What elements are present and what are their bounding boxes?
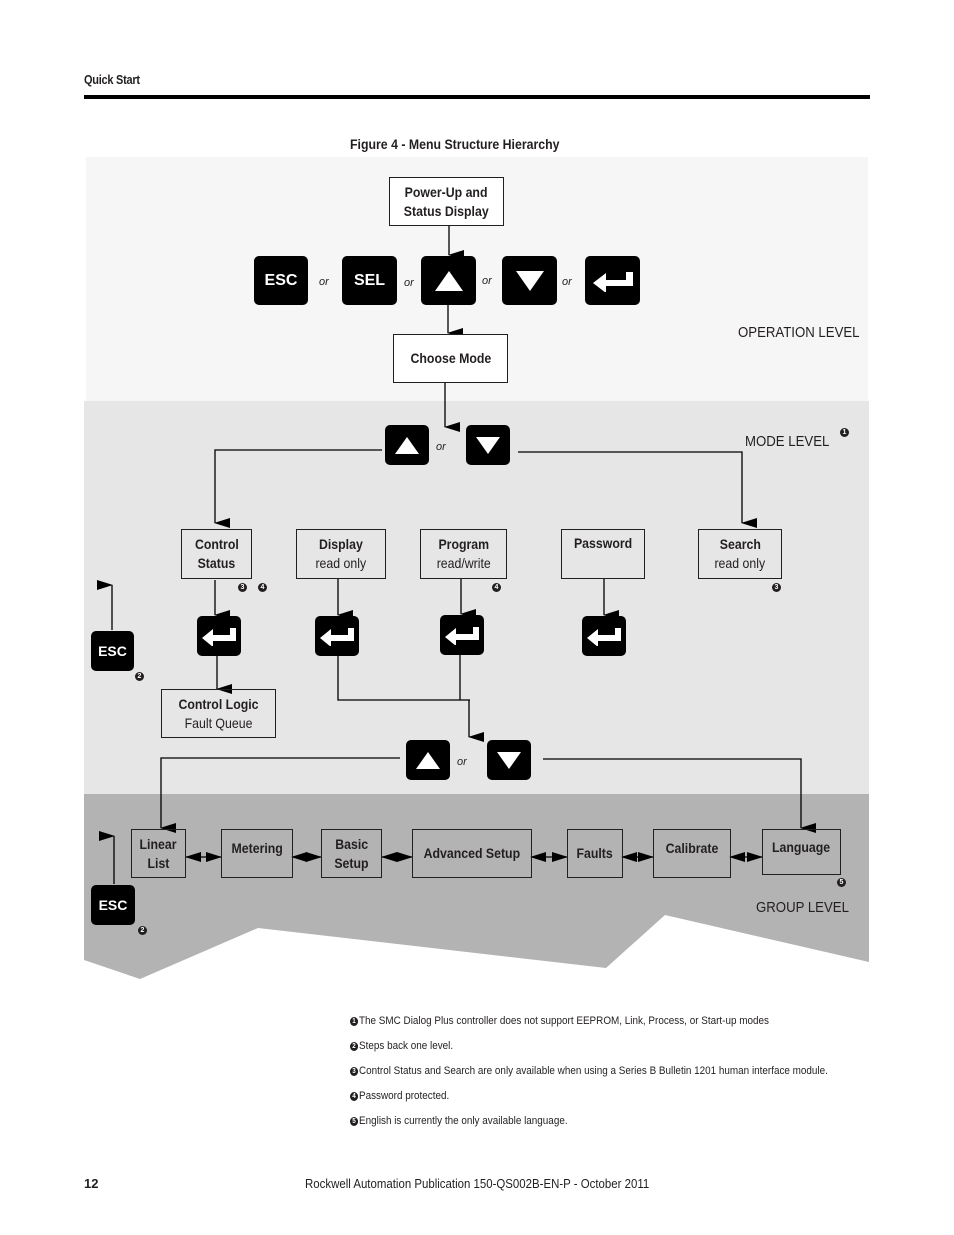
or-label: or — [482, 275, 492, 287]
control-logic-subtitle: Fault Queue — [184, 714, 253, 731]
footnote-number: 2 — [350, 1042, 359, 1051]
group-item-label: Setup — [334, 854, 369, 871]
page-number: 12 — [84, 1176, 99, 1191]
group-down-arrow-key[interactable] — [487, 740, 531, 780]
group-item-language[interactable]: Language — [762, 829, 841, 875]
program-box[interactable]: Program read/write — [420, 529, 507, 579]
control-status-box[interactable]: Control Status — [181, 529, 252, 579]
or-label: or — [562, 276, 572, 288]
enter-arrow-icon — [587, 628, 621, 646]
group-up-arrow-key[interactable] — [406, 740, 450, 780]
footnote-text: The SMC Dialog Plus controller does not … — [359, 1015, 769, 1027]
display-title: Display — [319, 536, 363, 552]
footnote-number: 4 — [350, 1092, 359, 1101]
control-logic-title: Control Logic — [178, 695, 259, 712]
down-triangle-icon — [515, 270, 544, 291]
group-item-label: Metering — [231, 840, 283, 856]
down-triangle-icon — [497, 751, 521, 769]
up-triangle-icon — [416, 751, 440, 769]
footnote-3: 3 Control Status and Search are only avai… — [350, 1065, 828, 1077]
footnote-marker: 2 — [138, 926, 147, 935]
group-item-label: Language — [772, 839, 831, 855]
mode-up-arrow-key[interactable] — [385, 425, 429, 465]
footnote-text: Steps back one level. — [359, 1040, 454, 1052]
or-label: or — [436, 441, 446, 453]
group-level-band — [84, 794, 869, 979]
choose-mode-label: Choose Mode — [410, 350, 491, 366]
footnote-2: 2 Steps back one level. — [350, 1040, 453, 1052]
or-label: or — [319, 276, 329, 288]
footnote-marker: 4 — [258, 583, 267, 592]
power-up-status-display-box: Power-Up and Status Display — [389, 177, 504, 226]
group-item-label: Basic — [335, 835, 368, 852]
up-arrow-key[interactable] — [421, 256, 476, 305]
or-label: or — [404, 277, 414, 289]
footnote-marker: 5 — [837, 878, 846, 887]
footnote-text: Control Status and Search are only avail… — [359, 1065, 828, 1077]
power-up-line1: Power-Up and — [405, 183, 488, 200]
program-title: Program — [438, 536, 489, 552]
search-box[interactable]: Search read only — [698, 529, 782, 579]
operation-level-label: OPERATION LEVEL — [738, 324, 860, 341]
footnote-marker: 1 — [840, 428, 849, 437]
control-logic-fault-queue-box[interactable]: Control Logic Fault Queue — [161, 689, 276, 738]
footnote-marker: 3 — [772, 583, 781, 592]
control-status-line1: Control — [194, 536, 239, 552]
password-enter-key[interactable] — [582, 616, 626, 656]
program-subtitle: read/write — [436, 555, 491, 571]
up-triangle-icon — [434, 270, 463, 291]
footnote-4: 4 Password protected. — [350, 1090, 449, 1102]
enter-arrow-icon — [445, 627, 479, 645]
footnote-5: 5 English is currently the only available… — [350, 1115, 568, 1127]
search-title: Search — [719, 536, 761, 552]
footnote-1: 1 The SMC Dialog Plus controller does not… — [350, 1015, 769, 1027]
down-triangle-icon — [476, 436, 500, 454]
display-subtitle: read only — [315, 555, 367, 571]
search-subtitle: read only — [714, 555, 766, 571]
group-item-label: Linear — [140, 835, 177, 852]
group-item-advanced-setup[interactable]: Advanced Setup — [412, 829, 532, 878]
footnote-number: 1 — [350, 1017, 359, 1026]
down-arrow-key[interactable] — [502, 256, 557, 305]
group-item-label: Advanced Setup — [423, 845, 521, 861]
footnote-marker: 2 — [135, 672, 144, 681]
footnote-number: 3 — [350, 1067, 359, 1076]
group-item-linear-list[interactable]: Linear List — [131, 829, 186, 878]
group-item-faults[interactable]: Faults — [567, 829, 623, 878]
enter-arrow-icon — [202, 628, 236, 646]
mode-esc-key[interactable]: ESC — [91, 631, 134, 671]
group-item-label: Faults — [576, 845, 614, 861]
footnote-text: Password protected. — [359, 1090, 450, 1102]
password-title: Password — [573, 535, 633, 551]
mode-level-label: MODE LEVEL — [745, 433, 830, 450]
footnote-marker: 4 — [492, 583, 501, 592]
control-status-enter-key[interactable] — [197, 616, 241, 656]
control-status-line2: Status — [197, 555, 236, 571]
display-enter-key[interactable] — [315, 616, 359, 656]
power-up-line2: Status Display — [404, 202, 489, 219]
publication-info: Rockwell Automation Publication 150-QS00… — [305, 1176, 650, 1191]
group-item-label: List — [147, 854, 170, 871]
choose-mode-box: Choose Mode — [393, 334, 508, 383]
enter-key[interactable] — [585, 256, 640, 305]
group-level-label: GROUP LEVEL — [756, 899, 849, 916]
esc-key[interactable]: ESC — [254, 256, 308, 305]
footnote-number: 5 — [350, 1117, 359, 1126]
mode-down-arrow-key[interactable] — [466, 425, 510, 465]
group-item-calibrate[interactable]: Calibrate — [653, 829, 731, 878]
sel-key[interactable]: SEL — [342, 256, 397, 305]
footnote-text: English is currently the only available … — [359, 1115, 568, 1127]
program-enter-key[interactable] — [440, 615, 484, 655]
password-box[interactable]: Password — [561, 529, 645, 579]
group-item-label: Calibrate — [665, 840, 719, 856]
up-triangle-icon — [395, 436, 419, 454]
group-item-basic-setup[interactable]: Basic Setup — [321, 829, 382, 878]
display-box[interactable]: Display read only — [296, 529, 386, 579]
footnote-marker: 3 — [238, 583, 247, 592]
group-item-metering[interactable]: Metering — [221, 829, 293, 878]
group-esc-key[interactable]: ESC — [91, 885, 135, 925]
enter-arrow-icon — [320, 628, 354, 646]
or-label: or — [457, 756, 467, 768]
enter-arrow-icon — [592, 271, 633, 292]
